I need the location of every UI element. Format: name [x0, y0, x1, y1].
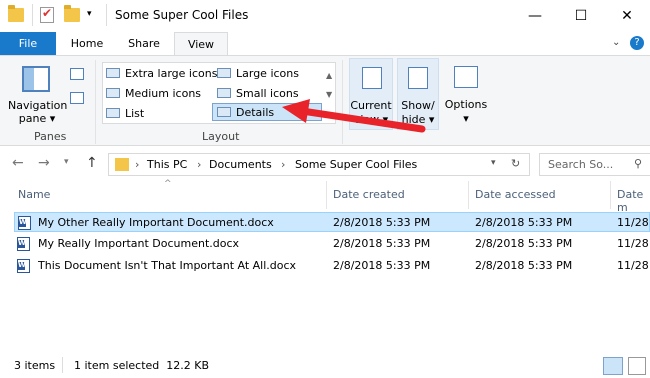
column-date-modified[interactable]: Date m [617, 188, 650, 214]
file-date-accessed: 2/8/2018 5:33 PM [475, 216, 573, 229]
column-name[interactable]: Name [18, 188, 50, 201]
table-row[interactable]: This Document Isn't That Important At Al… [14, 256, 650, 276]
column-date-created[interactable]: Date created [333, 188, 405, 201]
navigation-pane-icon[interactable] [22, 66, 50, 92]
item-count: 3 items [14, 359, 56, 372]
folder-icon [8, 5, 24, 22]
medium-icons-icon [106, 88, 120, 98]
navigation-pane-button[interactable]: Navigation pane ▾ [8, 99, 68, 125]
column-header-row: ^ Name Date created Date accessed Date m [0, 179, 650, 214]
collapse-ribbon-icon[interactable]: ⌄ [612, 37, 620, 48]
window-title: Some Super Cool Files [115, 8, 249, 22]
properties-icon[interactable]: ✔ [40, 6, 54, 23]
list-icon [106, 108, 120, 118]
maximize-button[interactable]: ☐ [558, 0, 604, 32]
details-icon [217, 107, 231, 117]
details-pane-icon[interactable] [70, 92, 84, 104]
close-button[interactable]: ✕ [604, 0, 650, 32]
preview-pane-icon[interactable] [70, 68, 84, 80]
word-document-icon [17, 259, 30, 273]
file-date-modified: 11/28 [617, 216, 649, 229]
table-row[interactable]: My Other Really Important Document.docx … [14, 212, 650, 232]
address-dropdown-icon[interactable]: ▾ [491, 158, 496, 168]
file-date-accessed: 2/8/2018 5:33 PM [475, 237, 573, 250]
navigation-row: ← → ▾ ↑ › This PC › Documents › Some Sup… [0, 147, 650, 181]
word-document-icon [18, 216, 31, 230]
options-label: Options [444, 98, 488, 111]
breadcrumb-this-pc[interactable]: This PC [147, 158, 187, 171]
sort-indicator-icon: ^ [164, 179, 172, 189]
navigation-pane-label-1: Navigation [8, 99, 68, 112]
status-bar: 3 items 1 item selected 12.2 KB [0, 354, 650, 378]
file-date-modified: 11/28 [617, 237, 649, 250]
options-button[interactable]: Options ▾ [442, 58, 490, 130]
ribbon-tabs: File Home Share View ⌄ ? [0, 32, 650, 56]
address-folder-icon [115, 158, 129, 171]
annotation-arrow [282, 99, 426, 133]
file-date-created: 2/8/2018 5:33 PM [333, 237, 431, 250]
details-view-toggle-icon[interactable] [603, 357, 623, 375]
tab-view[interactable]: View [174, 32, 228, 56]
file-date-created: 2/8/2018 5:33 PM [333, 216, 431, 229]
title-bar: ✔ ▾ Some Super Cool Files — ☐ ✕ [0, 0, 650, 32]
file-date-created: 2/8/2018 5:33 PM [333, 259, 431, 272]
panes-group-label: Panes [34, 130, 67, 143]
forward-button[interactable]: → [38, 155, 50, 171]
layout-large-icons[interactable]: Large icons [217, 64, 299, 82]
tab-share[interactable]: Share [118, 32, 170, 55]
layout-medium-icons[interactable]: Medium icons [106, 84, 201, 102]
quick-access-dropdown-icon[interactable]: ▾ [87, 9, 92, 19]
large-icons-icon [217, 68, 231, 78]
new-folder-icon[interactable] [64, 5, 80, 22]
layout-list[interactable]: List [106, 104, 144, 122]
file-date-accessed: 2/8/2018 5:33 PM [475, 259, 573, 272]
selection-info: 1 item selected 12.2 KB [74, 359, 210, 372]
large-icons-view-toggle-icon[interactable] [628, 357, 646, 375]
search-icon: ⚲ [634, 157, 643, 170]
breadcrumb-current-folder[interactable]: Some Super Cool Files [295, 158, 417, 171]
options-icon [454, 66, 478, 88]
file-name: My Other Really Important Document.docx [38, 216, 274, 229]
layout-group-label: Layout [202, 130, 240, 143]
address-bar[interactable]: › This PC › Documents › Some Super Cool … [108, 153, 530, 176]
search-input[interactable]: Search So... ⚲ [539, 153, 650, 176]
file-name: My Really Important Document.docx [38, 237, 240, 250]
minimize-button[interactable]: — [512, 0, 558, 32]
column-date-accessed[interactable]: Date accessed [475, 188, 556, 201]
word-document-icon [17, 237, 30, 251]
navigation-pane-label-2: pane ▾ [18, 112, 56, 125]
tab-file[interactable]: File [0, 32, 56, 55]
help-icon[interactable]: ? [630, 36, 644, 50]
table-row[interactable]: My Really Important Document.docx 2/8/20… [14, 234, 650, 254]
breadcrumb-documents[interactable]: Documents [209, 158, 272, 171]
tab-home[interactable]: Home [62, 32, 112, 55]
extra-large-icons-icon [106, 68, 120, 78]
show-hide-icon [408, 67, 428, 89]
up-button[interactable]: ↑ [86, 155, 98, 171]
search-placeholder: Search So... [548, 158, 614, 171]
back-button[interactable]: ← [12, 155, 24, 171]
small-icons-icon [217, 88, 231, 98]
refresh-icon[interactable]: ↻ [511, 157, 520, 170]
file-date-modified: 11/28 [617, 259, 649, 272]
recent-locations-icon[interactable]: ▾ [64, 157, 69, 167]
current-view-icon [362, 67, 382, 89]
layout-extra-large-icons[interactable]: Extra large icons [106, 64, 217, 82]
file-name: This Document Isn't That Important At Al… [38, 259, 297, 272]
